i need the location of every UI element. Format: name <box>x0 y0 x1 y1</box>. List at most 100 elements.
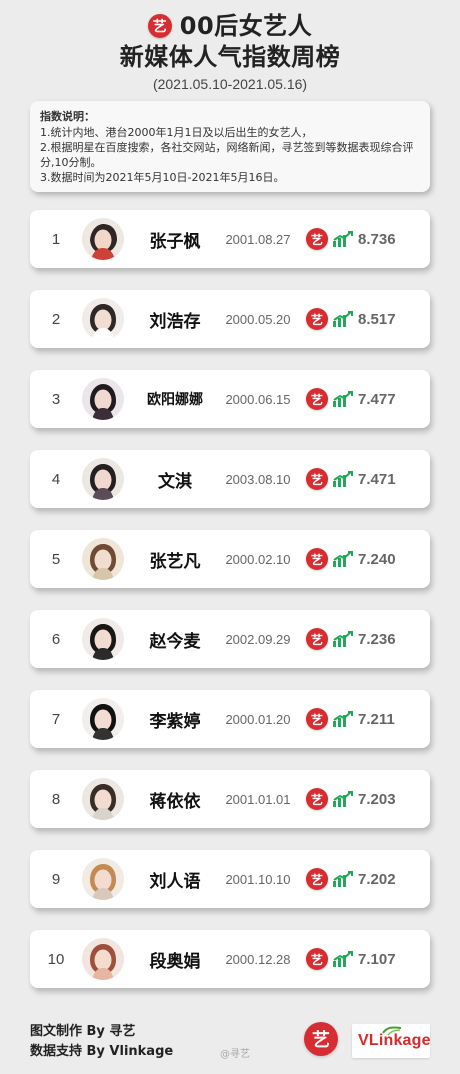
trend-up-icon <box>332 550 354 568</box>
avatar <box>82 698 124 740</box>
rank-number: 6 <box>51 630 61 648</box>
score-group: 艺 8.736 <box>306 228 406 250</box>
popularity-score: 7.477 <box>358 390 396 408</box>
avatar <box>82 378 124 420</box>
score-group: 艺 7.107 <box>306 948 406 970</box>
ranking-row: 3 欧阳娜娜 2000.06.15 艺 7.477 <box>30 370 430 428</box>
avatar-icon <box>82 938 124 980</box>
avatar-icon <box>82 538 124 580</box>
birth-date: 2001.10.10 <box>225 871 291 887</box>
artist-name: 张子枫 <box>149 231 201 252</box>
vlinkage-logo: VLinkage <box>352 1024 431 1058</box>
score-group: 艺 8.517 <box>306 308 406 330</box>
ranking-list: 1 张子枫 2001.08.27 艺 8.736 2 刘浩存 2000.05.2… <box>30 210 430 1010</box>
birth-date: 2000.12.28 <box>225 951 291 967</box>
ranking-row: 8 蒋依依 2001.01.01 艺 7.203 <box>30 770 430 828</box>
brand-badge-icon: 艺 <box>304 1022 338 1056</box>
brand-badge-icon: 艺 <box>306 708 328 730</box>
popularity-score: 7.203 <box>358 790 396 808</box>
ranking-row: 10 段奥娟 2000.12.28 艺 7.107 <box>30 930 430 988</box>
brand-badge-icon: 艺 <box>306 468 328 490</box>
rank-number: 4 <box>51 470 61 488</box>
artist-name: 刘浩存 <box>149 311 201 332</box>
artist-name: 段奥娟 <box>149 951 201 972</box>
brand-badge-icon: 艺 <box>306 788 328 810</box>
ranking-row: 4 文淇 2003.08.10 艺 7.471 <box>30 450 430 508</box>
avatar-icon <box>82 778 124 820</box>
note-line-3: 3.数据时间为2021年5月10日-2021年5月16日。 <box>40 171 285 184</box>
avatar <box>82 298 124 340</box>
birth-date: 2003.08.10 <box>225 471 291 487</box>
avatar <box>82 938 124 980</box>
rank-number: 8 <box>51 790 61 808</box>
ranking-row: 1 张子枫 2001.08.27 艺 8.736 <box>30 210 430 268</box>
popularity-score: 7.211 <box>358 710 395 728</box>
rank-number: 1 <box>51 230 61 248</box>
avatar <box>82 458 124 500</box>
avatar <box>82 538 124 580</box>
trend-up-icon <box>332 710 354 728</box>
ranking-row: 2 刘浩存 2000.05.20 艺 8.517 <box>30 290 430 348</box>
trend-up-icon <box>332 470 354 488</box>
trend-up-icon <box>332 230 354 248</box>
avatar-icon <box>82 618 124 660</box>
rank-number: 3 <box>51 390 61 408</box>
avatar-icon <box>82 858 124 900</box>
score-group: 艺 7.240 <box>306 548 406 570</box>
birth-date: 2000.05.20 <box>225 311 291 327</box>
popularity-score: 7.471 <box>358 470 396 488</box>
rank-number: 5 <box>51 550 61 568</box>
trend-up-icon <box>332 950 354 968</box>
artist-name: 文淇 <box>158 471 192 492</box>
artist-name: 李紫婷 <box>149 711 201 732</box>
birth-date: 2001.01.01 <box>225 791 291 807</box>
credit-line-1: 图文制作 By 寻艺 <box>30 1024 136 1039</box>
note-line-1: 1.统计内地、港台2000年1月1日及以后出生的女艺人， <box>40 126 313 139</box>
trend-up-icon <box>332 310 354 328</box>
score-group: 艺 7.203 <box>306 788 406 810</box>
popularity-score: 8.736 <box>358 230 396 248</box>
trend-up-icon <box>332 790 354 808</box>
artist-name: 赵今麦 <box>149 631 201 652</box>
brand-badge-icon: 艺 <box>306 388 328 410</box>
artist-name: 欧阳娜娜 <box>147 392 203 408</box>
rank-number: 7 <box>51 710 61 728</box>
birth-date: 2000.02.10 <box>225 551 291 567</box>
trend-up-icon <box>332 630 354 648</box>
popularity-score: 8.517 <box>358 310 396 328</box>
title-row: 艺 00后女艺人 <box>0 10 460 42</box>
score-group: 艺 7.471 <box>306 468 406 490</box>
note-line-2: 2.根据明星在百度搜索，各社交网站，网络新闻，寻艺签到等数据表现综合评分,10分… <box>40 141 414 169</box>
avatar <box>82 218 124 260</box>
brand-badge-icon: 艺 <box>306 628 328 650</box>
credit-line-2: 数据支持 By Vlinkage <box>30 1044 174 1059</box>
watermark: @寻艺 <box>220 1049 250 1060</box>
score-group: 艺 7.211 <box>306 708 406 730</box>
rank-number: 9 <box>51 870 61 888</box>
page-header: 艺 00后女艺人 新媒体人气指数周榜 (2021.05.10-2021.05.1… <box>0 10 460 92</box>
ranking-row: 9 刘人语 2001.10.10 艺 7.202 <box>30 850 430 908</box>
avatar-icon <box>82 298 124 340</box>
notes-title: 指数说明： <box>40 110 95 123</box>
avatar <box>82 858 124 900</box>
avatar-icon <box>82 458 124 500</box>
vlinkage-text: VLinkage <box>358 1032 431 1049</box>
brand-badge-icon: 艺 <box>306 948 328 970</box>
rank-number: 10 <box>47 950 65 968</box>
artist-name: 张艺凡 <box>149 551 201 572</box>
popularity-score: 7.202 <box>358 870 396 888</box>
artist-name: 刘人语 <box>149 871 201 892</box>
page-title-line-1: 00后女艺人 <box>179 12 313 40</box>
index-notes: 指数说明： 1.统计内地、港台2000年1月1日及以后出生的女艺人， 2.根据明… <box>30 101 430 192</box>
birth-date: 2001.08.27 <box>225 231 291 247</box>
score-group: 艺 7.202 <box>306 868 406 890</box>
birth-date: 2000.06.15 <box>225 391 291 407</box>
trend-up-icon <box>332 870 354 888</box>
brand-badge-icon: 艺 <box>306 228 328 250</box>
brand-badge-icon: 艺 <box>306 868 328 890</box>
brand-badge-icon: 艺 <box>306 308 328 330</box>
birth-date: 2000.01.20 <box>225 711 291 727</box>
birth-date: 2002.09.29 <box>225 631 291 647</box>
avatar-icon <box>82 218 124 260</box>
popularity-score: 7.240 <box>358 550 396 568</box>
